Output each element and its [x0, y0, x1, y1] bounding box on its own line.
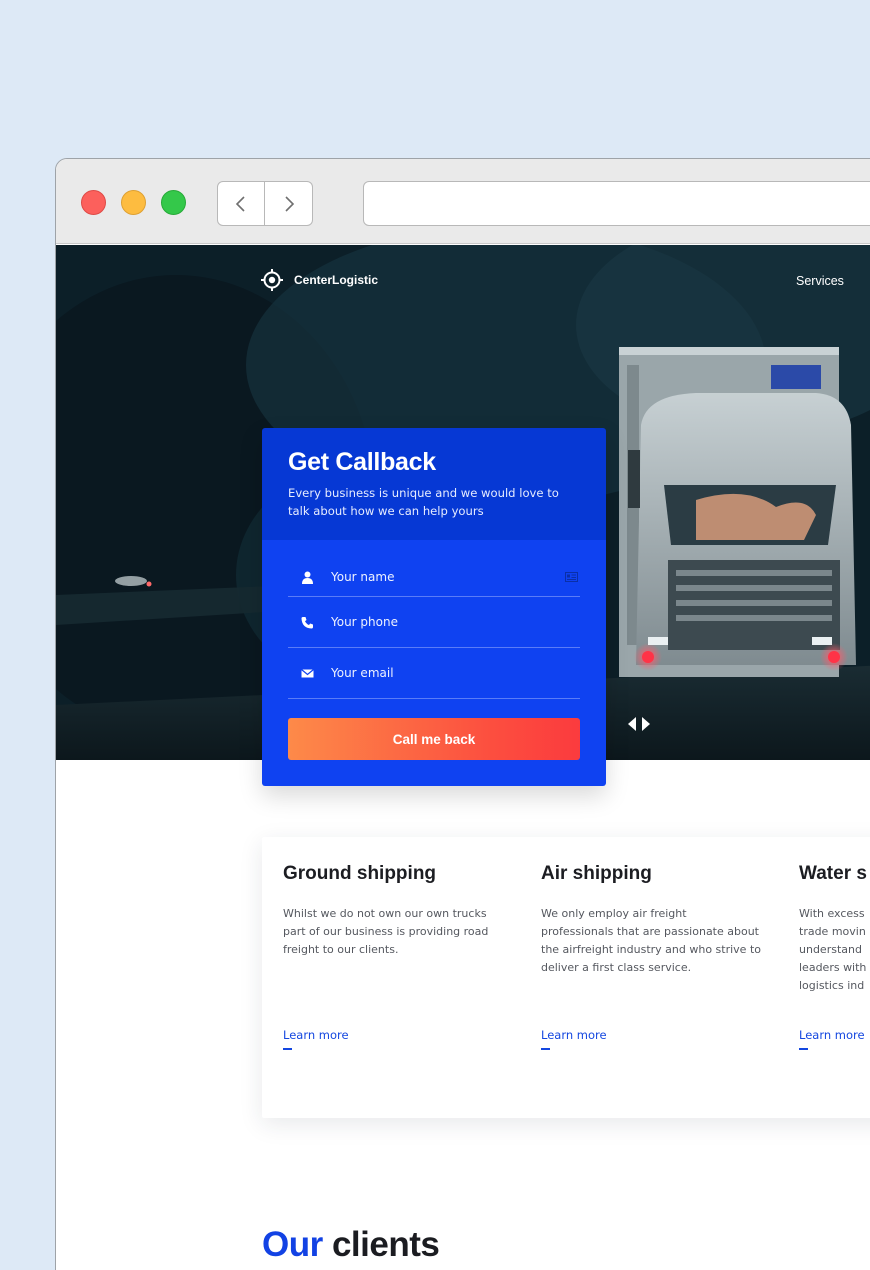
call-me-back-button[interactable]: Call me back	[288, 718, 580, 760]
callback-subtitle: Every business is unique and we would lo…	[288, 486, 559, 518]
name-field-placeholder: Your name	[331, 570, 395, 584]
target-logo-icon	[261, 269, 283, 291]
chevron-left-icon	[235, 195, 245, 212]
envelope-icon	[300, 666, 314, 680]
clients-heading-accent: Our	[262, 1225, 323, 1264]
brand-logo[interactable]: CenterLogistic	[261, 269, 378, 291]
clients-heading-rest: clients	[331, 1225, 440, 1264]
service-title: Water s	[799, 863, 867, 884]
email-field[interactable]: Your email	[288, 648, 580, 699]
clients-heading: Our clients	[262, 1225, 440, 1265]
callback-title: Get Callback	[288, 448, 436, 476]
phone-field-placeholder: Your phone	[331, 615, 398, 629]
link-underline	[283, 1048, 292, 1050]
chevron-right-icon	[284, 195, 294, 212]
learn-more-link[interactable]: Learn more	[799, 1028, 865, 1042]
phone-icon	[300, 615, 314, 629]
browser-toolbar	[56, 159, 870, 244]
arrow-right-icon[interactable]	[641, 717, 650, 731]
email-field-placeholder: Your email	[331, 666, 394, 680]
person-icon	[300, 570, 314, 584]
name-field[interactable]: Your name	[288, 558, 580, 597]
service-description: We only employ air freight professionals…	[541, 907, 761, 974]
service-description: Whilst we do not own our own trucks part…	[283, 907, 489, 956]
service-ground-shipping: Ground shipping Whilst we do not own our…	[283, 863, 503, 1050]
browser-window: CenterLogistic Services Get Callback Eve…	[55, 158, 870, 1270]
arrow-left-icon[interactable]	[628, 717, 637, 731]
maximize-window-button[interactable]	[161, 190, 186, 215]
callback-form: Get Callback Every business is unique an…	[262, 428, 606, 786]
learn-more-link[interactable]: Learn more	[283, 1028, 349, 1042]
service-title: Ground shipping	[283, 863, 437, 884]
hero-slider-controls	[628, 717, 650, 731]
callback-header: Get Callback Every business is unique an…	[262, 428, 606, 540]
address-bar[interactable]	[363, 181, 870, 226]
link-underline	[541, 1048, 550, 1050]
link-underline	[799, 1048, 808, 1050]
page-viewport: CenterLogistic Services Get Callback Eve…	[56, 245, 870, 1270]
brand-name: CenterLogistic	[294, 273, 379, 287]
services-card: Ground shipping Whilst we do not own our…	[262, 837, 870, 1118]
service-water-shipping: Water s With excess trade movin understa…	[799, 863, 870, 1063]
nav-services-link[interactable]: Services	[796, 274, 844, 288]
callback-body: Your name Your phone Your email Call me …	[262, 540, 606, 786]
service-description: With excess trade movin understand leade…	[799, 907, 867, 992]
learn-more-link[interactable]: Learn more	[541, 1028, 607, 1042]
minimize-window-button[interactable]	[121, 190, 146, 215]
back-button[interactable]	[217, 181, 265, 226]
forward-button[interactable]	[265, 181, 313, 226]
close-window-button[interactable]	[81, 190, 106, 215]
contact-card-icon	[565, 572, 578, 582]
service-title: Air shipping	[541, 863, 652, 884]
phone-field[interactable]: Your phone	[288, 597, 580, 648]
service-air-shipping: Air shipping We only employ air freight …	[541, 863, 761, 1050]
